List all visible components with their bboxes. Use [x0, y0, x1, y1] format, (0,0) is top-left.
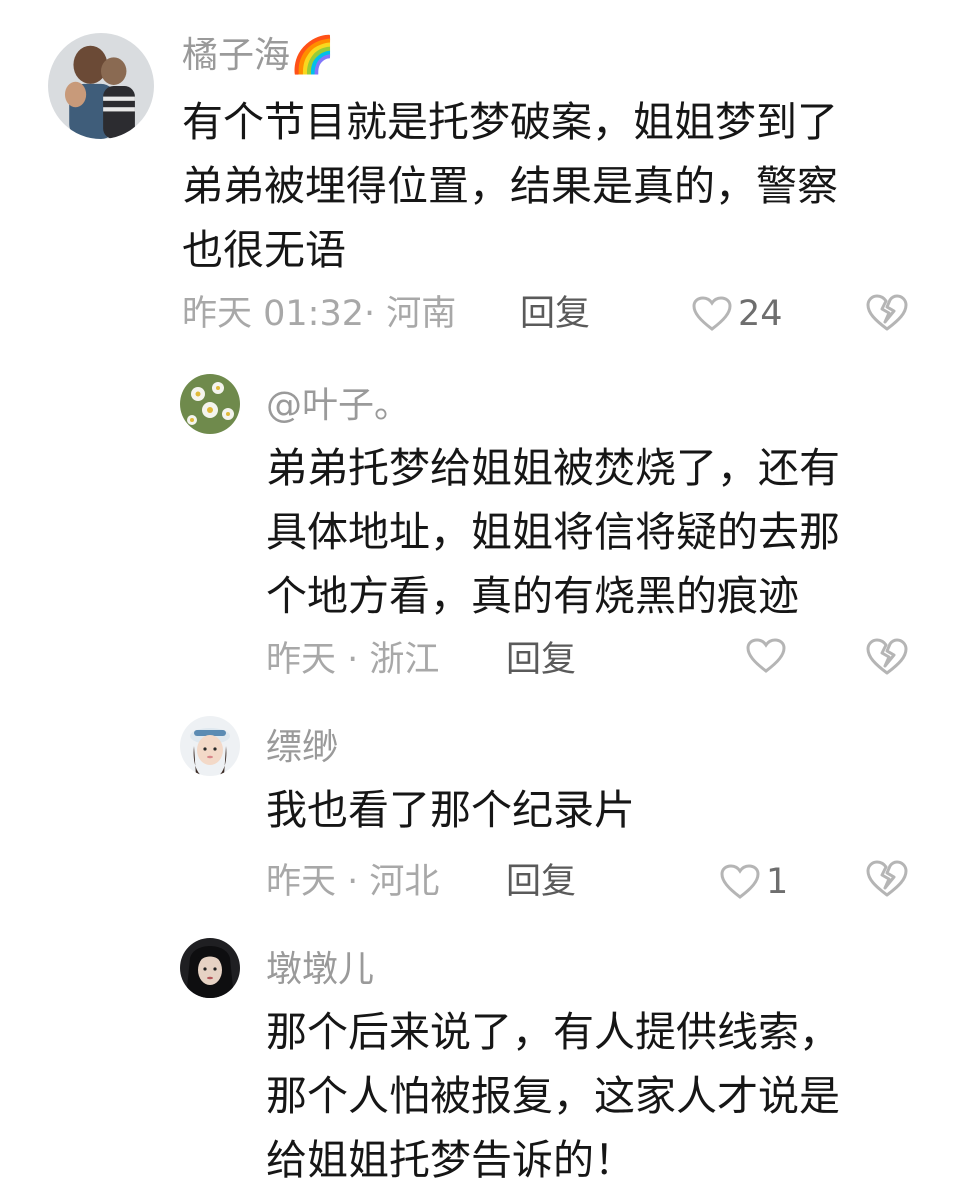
comment-meta: 昨天 01:32· 河南 [182, 294, 457, 334]
comment-text: 有个节目就是托梦破案，姐姐梦到了 弟弟被埋得位置，结果是真的，警察 也很无语 [182, 98, 838, 274]
username[interactable]: 墩墩儿 [266, 948, 374, 992]
reply-button[interactable]: 回复 [520, 292, 590, 336]
reply-button[interactable]: 回复 [506, 860, 576, 904]
rainbow-icon: 🌈 [290, 35, 335, 76]
heart-outline-icon [720, 864, 760, 899]
comment-text: 弟弟托梦给姐姐被焚烧了，还有 具体地址，姐姐将信将疑的去那 个地方看，真的有烧黑… [266, 444, 840, 620]
like-button[interactable]: 1 [720, 860, 788, 904]
comment-text: 那个后来说了，有人提供线索， 那个人怕被报复，这家人才说是 给姐姐托梦告诉的！ [266, 1008, 840, 1184]
comment-meta: 昨天 · 河北 [266, 862, 440, 902]
heart-outline-icon [692, 296, 732, 331]
username[interactable]: @叶子。 [266, 384, 410, 428]
broken-heart-icon [866, 860, 908, 897]
username[interactable]: 缥缈 [266, 726, 338, 770]
comment-meta: 昨天 · 浙江 [266, 640, 440, 680]
dislike-button[interactable] [866, 860, 908, 898]
like-button[interactable]: 24 [692, 292, 783, 336]
avatar[interactable] [180, 374, 240, 434]
like-button[interactable] [746, 638, 786, 674]
like-count: 24 [738, 294, 783, 334]
dislike-button[interactable] [866, 638, 908, 676]
username[interactable]: 橘子海🌈 [182, 34, 335, 78]
avatar[interactable] [180, 716, 240, 776]
avatar[interactable] [48, 33, 154, 139]
broken-heart-icon [866, 294, 908, 331]
dislike-button[interactable] [866, 294, 908, 332]
reply-button[interactable]: 回复 [506, 638, 576, 682]
heart-outline-icon [746, 638, 786, 673]
broken-heart-icon [866, 638, 908, 675]
like-count: 1 [766, 862, 789, 902]
avatar[interactable] [180, 938, 240, 998]
comment-text: 我也看了那个纪录片 [266, 786, 635, 834]
